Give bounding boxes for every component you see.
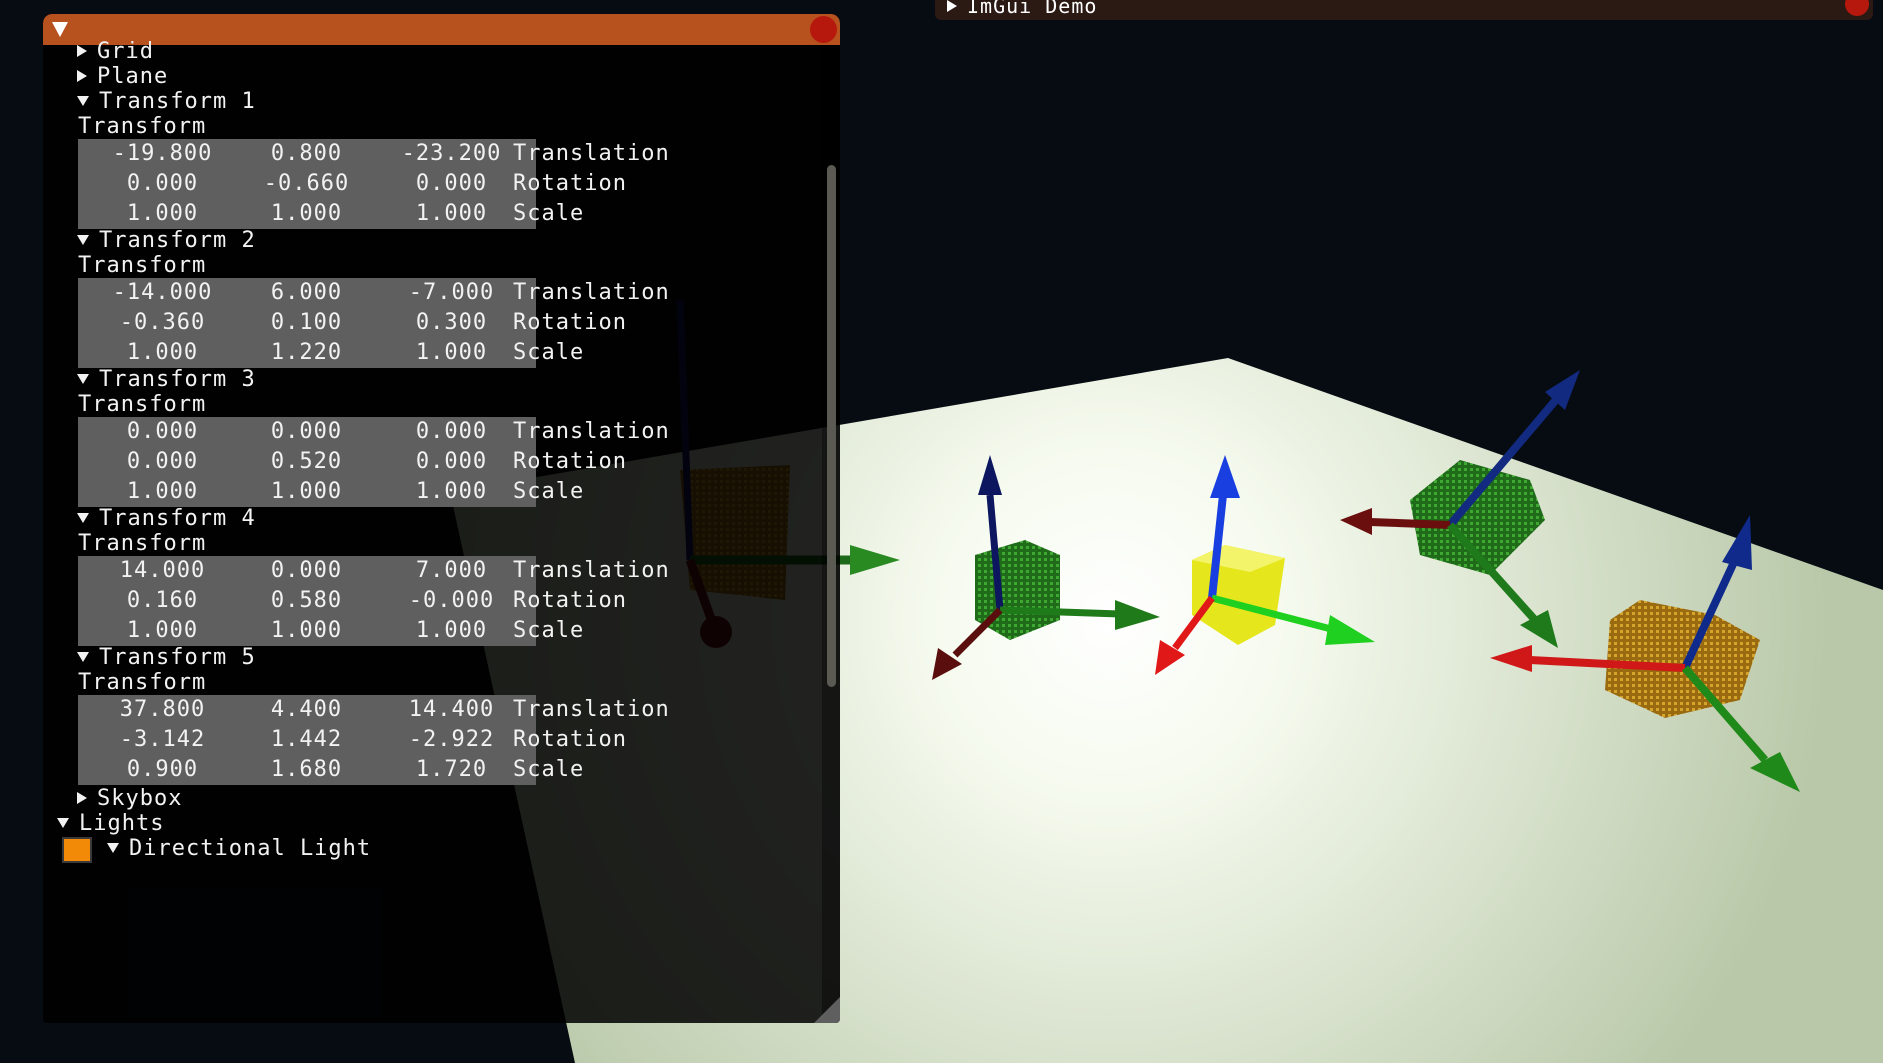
scale-y-field[interactable]: 1.220 — [222, 338, 391, 368]
scrollbar-thumb[interactable] — [827, 165, 836, 687]
scale-label: Scale — [513, 757, 585, 782]
scale-y-field[interactable]: 1.000 — [222, 477, 391, 507]
scale-label: Scale — [513, 201, 585, 226]
expanded-arrow-icon[interactable] — [77, 95, 89, 106]
tree-node-label: Skybox — [97, 786, 183, 811]
translation-y-field[interactable]: 6.000 — [222, 278, 391, 308]
expanded-arrow-icon[interactable] — [77, 512, 89, 523]
rotation-z-field[interactable]: -2.922 — [367, 725, 536, 755]
translation-label: Translation — [513, 280, 670, 305]
translation-label: Translation — [513, 558, 670, 583]
expand-arrow-icon[interactable] — [947, 0, 957, 12]
rotation-y-field[interactable]: 0.520 — [222, 447, 391, 477]
scale-z-field[interactable]: 1.720 — [367, 755, 536, 785]
rotation-label: Rotation — [513, 588, 627, 613]
tree-node-directional-light[interactable]: Directional Light — [107, 834, 371, 864]
translation-label: Translation — [513, 697, 670, 722]
rotation-z-field[interactable]: 0.000 — [367, 169, 536, 199]
scale-y-field[interactable]: 1.000 — [222, 199, 391, 229]
transform-header: Transform — [78, 114, 207, 139]
tree-node-label: Plane — [97, 64, 169, 89]
expanded-arrow-icon[interactable] — [57, 817, 69, 828]
expanded-arrow-icon[interactable] — [77, 651, 89, 662]
scale-y-field[interactable]: 1.000 — [222, 616, 391, 646]
tree-node-label: Grid — [97, 39, 154, 64]
translation-z-field[interactable]: 14.400 — [367, 695, 536, 725]
scale-z-field[interactable]: 1.000 — [367, 616, 536, 646]
tree-node-label: Transform 3 — [99, 367, 256, 392]
translation-y-field[interactable]: 0.800 — [222, 139, 391, 169]
rotation-label: Rotation — [513, 310, 627, 335]
rotation-y-field[interactable]: 0.580 — [222, 586, 391, 616]
rotation-z-field[interactable]: 0.000 — [367, 447, 536, 477]
tree-node-label: Transform 5 — [99, 645, 256, 670]
light-color-swatch[interactable] — [62, 837, 92, 863]
demo-window-title-text: ImGui Demo — [967, 0, 1098, 18]
rotation-y-field[interactable]: -0.660 — [222, 169, 391, 199]
collapsed-arrow-icon[interactable] — [77, 44, 87, 57]
tree-node-label: Transform 1 — [99, 89, 256, 114]
expanded-arrow-icon[interactable] — [77, 234, 89, 245]
close-button[interactable] — [810, 16, 837, 43]
scale-z-field[interactable]: 1.000 — [367, 338, 536, 368]
translation-y-field[interactable]: 0.000 — [222, 556, 391, 586]
expanded-arrow-icon[interactable] — [77, 373, 89, 384]
rotation-label: Rotation — [513, 727, 627, 752]
rotation-y-field[interactable]: 1.442 — [222, 725, 391, 755]
transform-header: Transform — [78, 531, 207, 556]
collapsed-arrow-icon[interactable] — [77, 791, 87, 804]
rotation-z-field[interactable]: 0.300 — [367, 308, 536, 338]
scale-z-field[interactable]: 1.000 — [367, 477, 536, 507]
tree-node-label: Lights — [79, 811, 165, 836]
transform-header: Transform — [78, 392, 207, 417]
transform-header: Transform — [78, 670, 207, 695]
translation-label: Translation — [513, 419, 670, 444]
scene-window[interactable]: Grid Plane Transform 1 Transform -19.800 0.80… — [43, 14, 840, 1023]
translation-z-field[interactable]: -23.200 — [367, 139, 536, 169]
scrollbar[interactable] — [822, 45, 840, 1019]
rotation-label: Rotation — [513, 449, 627, 474]
rotation-label: Rotation — [513, 171, 627, 196]
translation-label: Translation — [513, 141, 670, 166]
collapsed-arrow-icon[interactable] — [77, 69, 87, 82]
translation-y-field[interactable]: 0.000 — [222, 417, 391, 447]
scale-label: Scale — [513, 340, 585, 365]
tree-node-label: Transform 4 — [99, 506, 256, 531]
rotation-z-field[interactable]: -0.000 — [367, 586, 536, 616]
rotation-y-field[interactable]: 0.100 — [222, 308, 391, 338]
scale-z-field[interactable]: 1.000 — [367, 199, 536, 229]
translation-z-field[interactable]: 7.000 — [367, 556, 536, 586]
tree-node-label: Transform 2 — [99, 228, 256, 253]
expanded-arrow-icon[interactable] — [107, 842, 119, 853]
close-button[interactable] — [1845, 0, 1869, 16]
scene-window-titlebar[interactable] — [43, 14, 840, 45]
imgui-demo-window[interactable]: ImGui Demo — [935, 0, 1873, 20]
scale-y-field[interactable]: 1.680 — [222, 755, 391, 785]
translation-y-field[interactable]: 4.400 — [222, 695, 391, 725]
resize-grip[interactable] — [814, 997, 840, 1023]
tree-node-label: Directional Light — [129, 836, 372, 861]
collapse-arrow-icon[interactable] — [52, 22, 68, 37]
scale-label: Scale — [513, 479, 585, 504]
translation-z-field[interactable]: 0.000 — [367, 417, 536, 447]
transform-header: Transform — [78, 253, 207, 278]
translation-z-field[interactable]: -7.000 — [367, 278, 536, 308]
demo-window-title[interactable]: ImGui Demo — [947, 0, 1097, 20]
scale-label: Scale — [513, 618, 585, 643]
